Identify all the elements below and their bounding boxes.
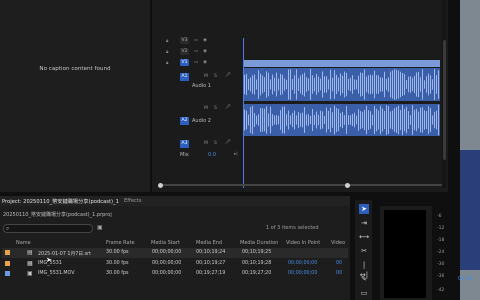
project-path: 20250110_幣安鏈職場分享(podcast)_1.prproj xyxy=(3,212,112,218)
search-input[interactable]: ⌕ xyxy=(3,224,93,233)
table-row[interactable]: ▣ IMG_5531.MOV 30.00 fps 00;00;00;00 00;… xyxy=(2,269,348,279)
row-frame-rate: 30.00 fps xyxy=(106,271,129,276)
audio-1-label: Audio 1 xyxy=(192,83,211,89)
sequence-icon: ▦ xyxy=(27,260,33,267)
meter-tick: -24 xyxy=(437,250,445,255)
row-media-end: 00;10;19;24 xyxy=(196,250,226,255)
scroll-thumb[interactable] xyxy=(442,40,446,160)
eye-icon[interactable]: ◉ xyxy=(203,38,207,43)
track-select-tool-icon[interactable]: ⇥ xyxy=(359,218,369,228)
row-media-duration: 00;10;19;28 xyxy=(242,261,272,266)
person-jacket xyxy=(460,150,480,270)
sync-icon[interactable]: ▭ xyxy=(194,38,198,43)
table-row[interactable]: ▦ IMG_5531 30.00 fps 00;00;00;00 00;10;1… xyxy=(2,259,348,269)
table-row[interactable]: ▤ 2025-01-07 1月7日.srt 30.00 fps 00;00;00… xyxy=(2,248,348,258)
meter-tick: -42 xyxy=(437,288,445,293)
lock-icon[interactable]: 🔒︎ xyxy=(166,38,168,44)
solo-button[interactable]: S xyxy=(214,106,217,111)
meter-tick: -30 xyxy=(437,262,445,267)
solo-button[interactable]: S xyxy=(214,74,217,79)
microphone-icon[interactable]: 🎤︎ xyxy=(225,73,231,78)
row-media-duration: 00;10;19;25 xyxy=(242,250,272,255)
video-file-icon: ▣ xyxy=(27,270,33,277)
label-color-swatch xyxy=(5,261,10,266)
track-v1-button[interactable]: V1 xyxy=(180,59,189,66)
lock-icon[interactable]: 🔒︎ xyxy=(166,60,168,66)
scroll-handle-left[interactable] xyxy=(158,182,163,188)
row-video-in: 00;00;00;00 xyxy=(288,271,318,276)
timeline-vertical-scrollbar[interactable] xyxy=(442,0,446,188)
mute-button[interactable]: M xyxy=(204,141,208,146)
skip-icon[interactable]: ▸| xyxy=(234,152,238,157)
playhead[interactable] xyxy=(243,38,244,188)
lock-icon[interactable]: 🔒︎ xyxy=(166,49,168,55)
track-a2-button[interactable]: A2 xyxy=(180,117,189,125)
column-video-in-point[interactable]: Video In Point xyxy=(286,240,320,246)
mix-label: Mix xyxy=(180,152,189,158)
row-media-start: 00;00;00;00 xyxy=(152,271,182,276)
column-frame-rate[interactable]: Frame Rate xyxy=(106,240,135,246)
timeline-horizontal-scrollbar[interactable] xyxy=(158,182,442,188)
pen-tool-icon[interactable]: ✎ xyxy=(359,274,369,284)
captions-panel xyxy=(0,0,150,192)
row-media-start: 00;00;00;00 xyxy=(152,261,182,266)
label-color-swatch xyxy=(5,271,10,276)
meter-tick: -18 xyxy=(437,238,445,243)
scroll-handle-right[interactable] xyxy=(345,182,350,188)
label-color-swatch xyxy=(5,250,10,255)
audio-2-label: Audio 2 xyxy=(192,118,211,124)
column-media-duration[interactable]: Media Duration xyxy=(240,240,278,246)
program-timecode[interactable]: 00;00 xyxy=(458,276,472,282)
row-video: 00 xyxy=(336,261,343,266)
meter-tick: -6 xyxy=(437,214,442,219)
razor-tool-icon[interactable]: ✂ xyxy=(359,246,369,256)
video-clip[interactable] xyxy=(244,60,440,67)
search-icon: ⌕ xyxy=(6,225,10,232)
sync-icon[interactable]: ▭ xyxy=(194,60,198,65)
slip-tool-icon[interactable]: |↔| xyxy=(359,260,369,279)
column-video[interactable]: Video xyxy=(331,240,345,246)
mix-volume-value[interactable]: 0.0 xyxy=(208,152,216,158)
microphone-icon[interactable]: 🎤︎ xyxy=(225,105,231,110)
selection-count: 1 of 3 items selected xyxy=(266,225,319,231)
folder-icon[interactable]: ▣ xyxy=(97,224,103,231)
row-video-in: 00;00;00;00 xyxy=(288,261,318,266)
column-media-end[interactable]: Media End xyxy=(196,240,222,246)
solo-button[interactable]: S xyxy=(214,141,217,146)
ripple-edit-tool-icon[interactable]: ⟷ xyxy=(359,232,369,242)
row-video: 00 xyxy=(336,271,343,276)
selection-tool-icon[interactable]: ➤ xyxy=(359,204,369,214)
row-media-start: 00;00;00;00 xyxy=(152,250,182,255)
column-name[interactable]: Name xyxy=(16,240,31,246)
track-a3-button[interactable]: A3 xyxy=(180,140,189,148)
program-monitor-preview xyxy=(460,0,480,300)
row-media-end: 00;10;19;27 xyxy=(196,261,226,266)
track-v3-button[interactable]: V3 xyxy=(180,37,189,44)
meter-tick: -36 xyxy=(437,274,445,279)
microphone-icon[interactable]: 🎤︎ xyxy=(225,140,231,145)
column-media-start[interactable]: Media Start xyxy=(151,240,180,246)
rectangle-tool-icon[interactable]: ▭ xyxy=(359,288,369,298)
mute-button[interactable]: M xyxy=(204,106,208,111)
eye-icon[interactable]: ◉ xyxy=(203,60,207,65)
audio-waveform[interactable] xyxy=(244,68,440,136)
track-v2-button[interactable]: V2 xyxy=(180,48,189,55)
row-name: IMG_5531 xyxy=(38,261,62,266)
caption-empty-message: No caption content found xyxy=(39,66,111,72)
row-media-duration: 00;19;27;20 xyxy=(242,271,272,276)
row-name: IMG_5531.MOV xyxy=(38,271,75,276)
meter-tick: -12 xyxy=(437,226,445,231)
tab-effects[interactable]: Effects xyxy=(124,198,142,204)
row-frame-rate: 30.00 fps xyxy=(106,250,129,255)
row-media-end: 00;19;27;19 xyxy=(196,271,226,276)
track-a1-button[interactable]: A1 xyxy=(180,73,189,81)
audio-meter xyxy=(384,210,426,298)
eye-icon[interactable]: ◉ xyxy=(203,49,207,54)
tab-project[interactable]: Project: 20250110_幣安鏈職場分享(podcast)_1 xyxy=(2,198,119,205)
caption-file-icon: ▤ xyxy=(27,249,33,256)
sync-icon[interactable]: ▭ xyxy=(194,49,198,54)
mute-button[interactable]: M xyxy=(204,74,208,79)
row-frame-rate: 30.00 fps xyxy=(106,261,129,266)
